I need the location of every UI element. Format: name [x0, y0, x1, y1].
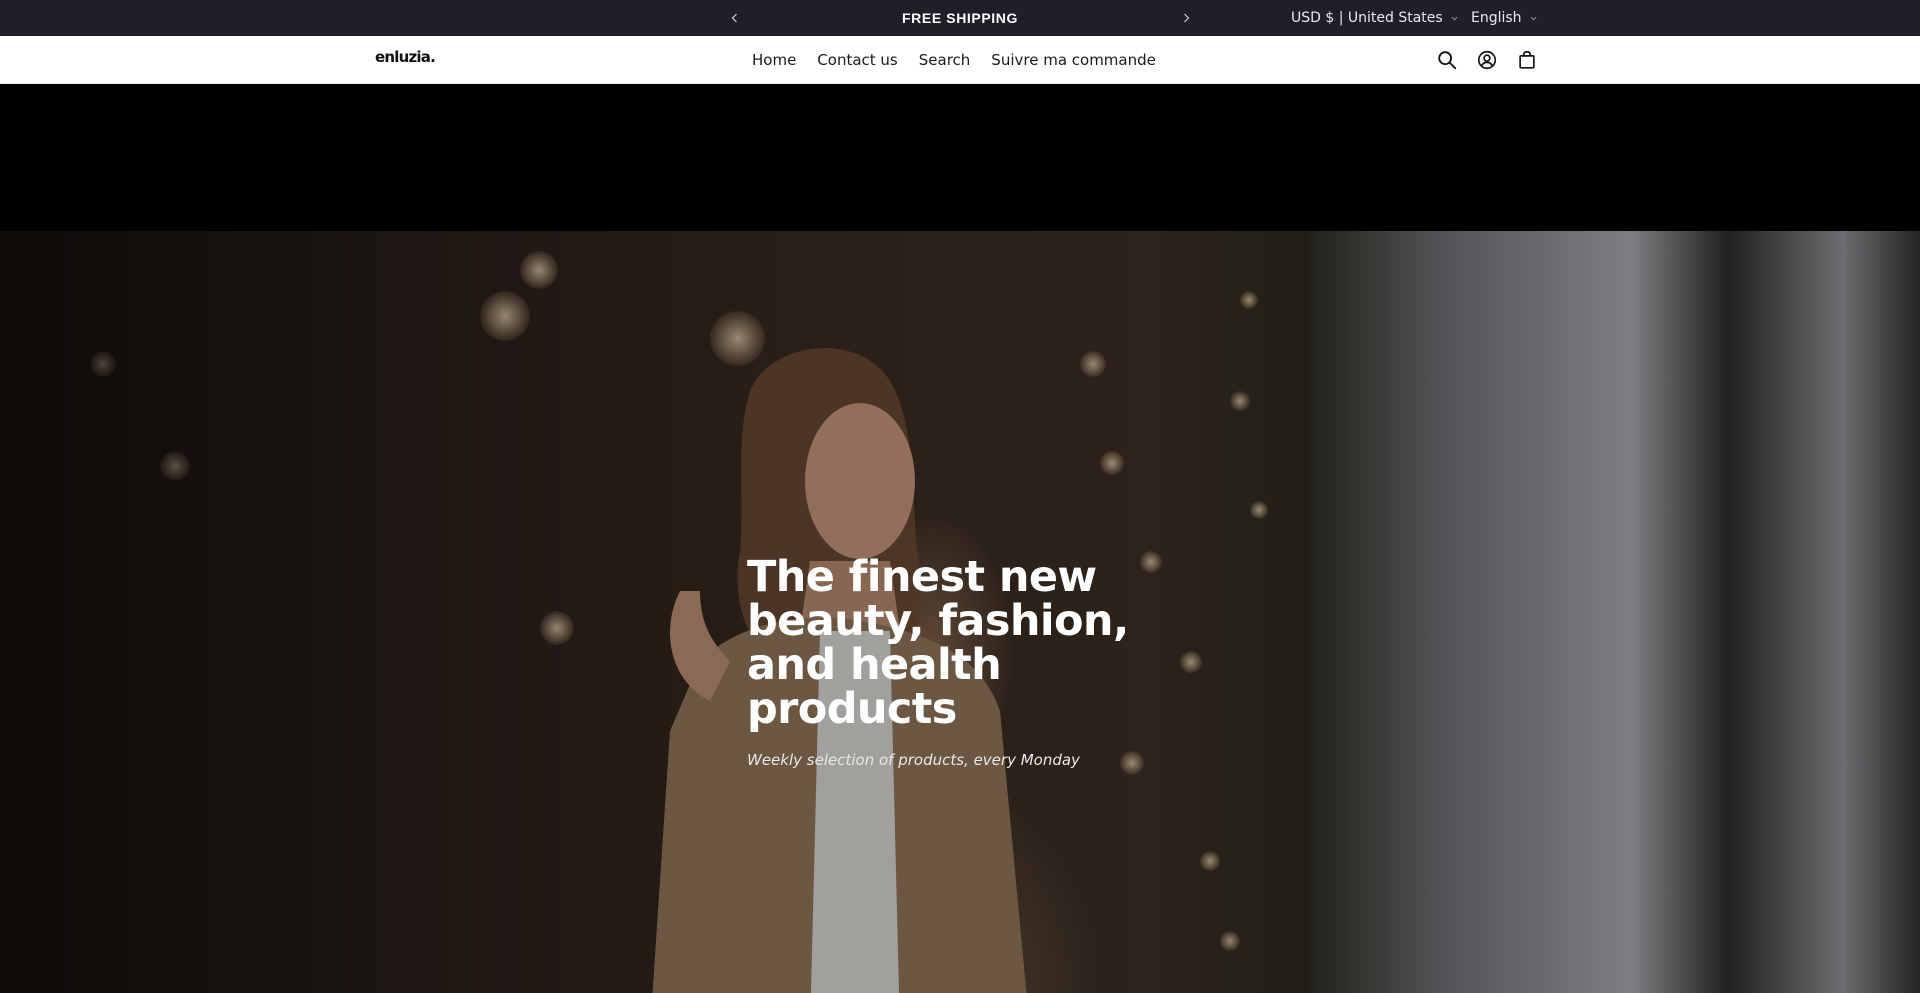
announcement-prev-button[interactable] — [723, 0, 747, 36]
cart-button[interactable] — [1516, 49, 1538, 71]
language-selector-label: English — [1471, 10, 1522, 26]
announcement-next-button[interactable] — [1174, 0, 1198, 36]
country-selector-label: USD $ | United States — [1291, 10, 1443, 26]
chevron-left-icon — [731, 13, 737, 23]
nav-item-home[interactable]: Home — [752, 51, 796, 69]
hero-top-spacer — [0, 84, 1920, 231]
search-button[interactable] — [1436, 49, 1458, 71]
hero-subtitle: Weekly selection of products, every Mond… — [747, 751, 1080, 769]
site-logo[interactable]: enluzia. — [375, 48, 436, 66]
chevron-down-icon — [1451, 16, 1457, 21]
hero-banner: The finest new beauty, fashion, and heal… — [0, 231, 1920, 993]
site-header: enluzia. Home Contact us Search Suivre m… — [0, 36, 1920, 84]
nav-item-contact-us[interactable]: Contact us — [817, 51, 897, 69]
announcement-bar: FREE SHIPPING USD $ | United States Engl… — [0, 0, 1920, 36]
account-icon — [1477, 50, 1497, 70]
hero-content: The finest new beauty, fashion, and heal… — [747, 555, 1207, 769]
announcement-message: FREE SHIPPING — [902, 10, 1018, 26]
chevron-down-icon — [1530, 16, 1536, 21]
account-button[interactable] — [1476, 49, 1498, 71]
nav-item-search[interactable]: Search — [919, 51, 971, 69]
hero-title: The finest new beauty, fashion, and heal… — [747, 552, 1129, 734]
nav-item-track-order[interactable]: Suivre ma commande — [991, 51, 1156, 69]
search-icon — [1438, 51, 1457, 70]
main-nav: Home Contact us Search Suivre ma command… — [752, 36, 1156, 84]
cart-icon — [1519, 50, 1535, 69]
chevron-right-icon — [1184, 13, 1190, 23]
header-icons — [1436, 36, 1538, 84]
language-selector[interactable]: English — [1471, 0, 1537, 36]
country-selector[interactable]: USD $ | United States — [1291, 0, 1458, 36]
